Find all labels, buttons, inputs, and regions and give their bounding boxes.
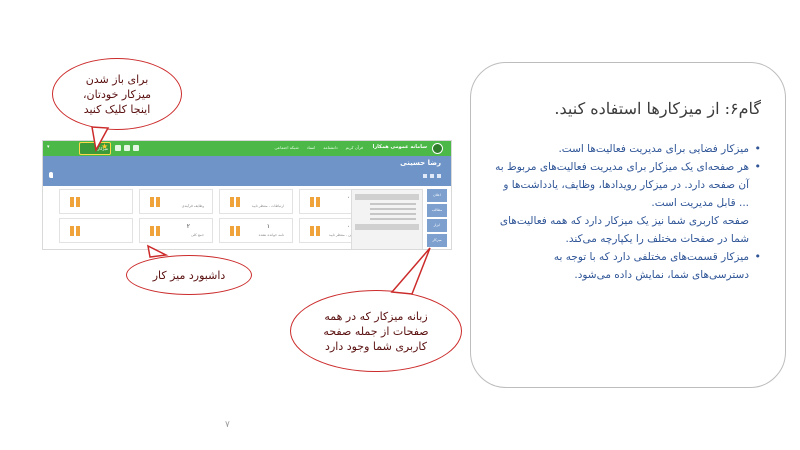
tile-count: ۱ [266, 223, 270, 230]
tile-icon [150, 226, 160, 236]
side-panel-line[interactable] [370, 208, 416, 210]
tile-label: وظایف فرآیندی [181, 204, 204, 208]
bullet-item: میزکار قسمت‌های مختلفی دارد که با توجه ب… [495, 248, 761, 284]
tab-tools[interactable]: ابزار [427, 219, 447, 232]
callout-text: برای باز شدن میزکار خودتان، اینجا کلیک ک… [82, 72, 152, 116]
side-panel-line[interactable] [370, 213, 416, 215]
chevron-down-icon[interactable]: ▾ [47, 144, 50, 150]
dashboard-tile[interactable]: ارتباطات - منتظر تایید [219, 189, 293, 214]
dashboard-tiles: ۰رویدادها ارتباطات - منتظر تایید وظایف ف… [49, 189, 373, 243]
tab-notifications[interactable]: اعلان [427, 189, 447, 202]
bullet-item: هر صفحه‌ای یک میزکار برای مدیریت فعالیت‌… [495, 158, 761, 212]
tile-icon [150, 197, 160, 207]
tile-count: ۰ [346, 194, 350, 201]
callout-text: زبانه میزکار که در همه صفحات از جمله صفح… [323, 309, 429, 353]
callout-dashboard: داشبورد میز کار [126, 255, 252, 295]
toolbar-icons [115, 145, 139, 151]
tile-count: ۰ [346, 223, 350, 230]
dashboard-tile[interactable]: وظایف فرآیندی [139, 189, 213, 214]
tab-posts[interactable]: مطالب [427, 204, 447, 217]
side-panel-header [355, 194, 419, 200]
dashboard-tile[interactable]: ۲ جمع کلی [139, 218, 213, 243]
callout-open-desk: برای باز شدن میزکار خودتان، اینجا کلیک ک… [52, 58, 182, 130]
grid-icon[interactable] [133, 145, 139, 151]
tile-icon [70, 226, 80, 236]
tile-count: ۲ [186, 223, 190, 230]
callout-desk-tab: زبانه میزکار که در همه صفحات از جمله صفح… [290, 290, 462, 372]
step-title: گام۶: از میزکارها استفاده کنید. [554, 99, 761, 118]
side-panel-header [355, 224, 419, 230]
desk-side-panel [351, 189, 423, 249]
profile-name: رضا حسینی [400, 159, 441, 167]
profile-header: رضا حسینی [43, 156, 451, 186]
menu-item[interactable]: فرآن کریم [346, 145, 363, 150]
pointer-desk-tab [390, 247, 431, 295]
menu-item[interactable]: شبکه اجتماعی [274, 145, 298, 150]
settings-icon[interactable] [437, 174, 441, 178]
star-icon[interactable]: ★ [101, 143, 108, 151]
tile-icon [310, 197, 320, 207]
tile-label: جمع کلی [191, 233, 204, 237]
side-panel-line[interactable] [370, 218, 416, 220]
tab-desk[interactable]: میزکار [427, 234, 447, 247]
tile-label: نامه خوانده نشده [258, 233, 284, 237]
bullet-list: میزکار فضایی برای مدیریت فعالیت‌ها است. … [495, 140, 761, 284]
page-number: ۷ [225, 420, 230, 430]
logo-icon[interactable] [432, 143, 443, 154]
side-tabs: اعلان مطالب ابزار میزکار [427, 189, 447, 247]
rss-icon[interactable] [423, 174, 427, 178]
menu-item[interactable]: اسناد [307, 145, 316, 150]
tile-icon [230, 226, 240, 236]
tile-label: ارتباطات - منتظر تایید [251, 204, 284, 208]
menu-item[interactable]: دانشنامه [323, 145, 337, 150]
tile-icon [230, 197, 240, 207]
bullet-item: صفحه کاربری شما نیز یک میزکار دارد که هم… [499, 215, 749, 245]
header-icons [423, 174, 441, 178]
map-pin-icon [49, 172, 53, 178]
callout-text: داشبورد میز کار [152, 268, 226, 282]
tile-icon [310, 226, 320, 236]
dashboard-tile[interactable]: ۱ نامه خوانده نشده [219, 218, 293, 243]
bullet-item: میزکار فضایی برای مدیریت فعالیت‌ها است. [495, 140, 761, 158]
system-screenshot: ▾ میزکار ★ فرآن کریم دانشنامه اسناد شبکه… [42, 140, 452, 250]
bell-icon[interactable] [115, 145, 121, 151]
tile-icon [70, 197, 80, 207]
dashboard-tile[interactable] [59, 189, 133, 214]
explanation-panel: گام۶: از میزکارها استفاده کنید. میزکار ف… [470, 62, 786, 388]
dashboard-tile[interactable] [59, 218, 133, 243]
envelope-icon[interactable] [124, 145, 130, 151]
top-navbar: ▾ میزکار ★ فرآن کریم دانشنامه اسناد شبکه… [43, 141, 451, 156]
brand-title[interactable]: سامانه عمومی همکارا [373, 144, 427, 150]
share-icon[interactable] [430, 174, 434, 178]
side-panel-line[interactable] [370, 203, 416, 205]
top-menu: فرآن کریم دانشنامه اسناد شبکه اجتماعی [274, 145, 363, 150]
